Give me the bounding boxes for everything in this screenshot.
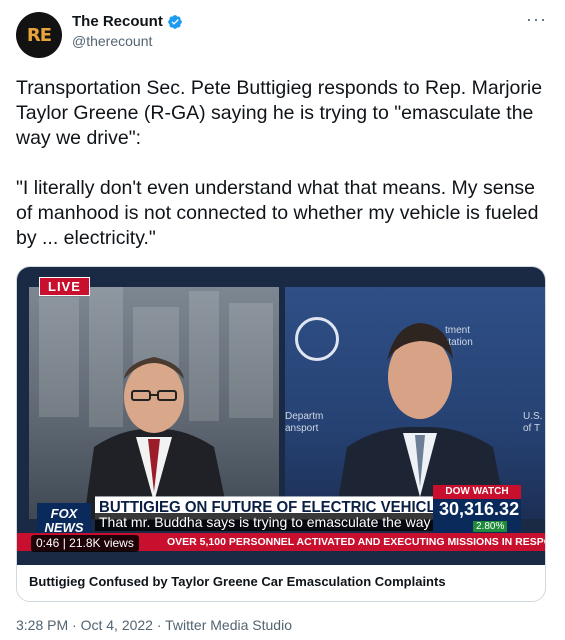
dow-watch-box: DOW WATCH 30,316.32 2.80%	[433, 485, 521, 537]
anchor-figure	[84, 357, 229, 519]
dow-value: 30,316.32	[439, 499, 520, 519]
display-name-row[interactable]: The Recount	[72, 13, 183, 30]
display-name[interactable]: The Recount	[72, 13, 163, 30]
tweet-header: RE The Recount @therecount ···	[16, 10, 549, 58]
media-title[interactable]: Buttigieg Confused by Taylor Greene Car …	[29, 574, 446, 589]
video-timecode: 0:46 | 21.8K views	[31, 535, 139, 552]
live-badge: LIVE	[39, 277, 90, 296]
verified-badge-icon	[168, 14, 182, 29]
author-names: The Recount @therecount	[72, 13, 183, 49]
tweet-timestamp[interactable]: 3:28 PM · Oct 4, 2022 · Twitter Media St…	[16, 617, 292, 633]
dow-label: DOW WATCH	[433, 485, 521, 499]
anchor-pane	[29, 287, 279, 519]
backdrop-text: U.S. of T	[523, 411, 543, 434]
tweet-text: Transportation Sec. Pete Buttigieg respo…	[16, 77, 543, 249]
video-player[interactable]: tment rtation Departm ansport U.S. of T …	[17, 267, 545, 565]
avatar[interactable]: RE	[16, 12, 62, 58]
more-options-icon[interactable]: ···	[526, 10, 547, 28]
handle[interactable]: @therecount	[72, 33, 183, 49]
dow-change: 2.80%	[473, 521, 508, 532]
closed-caption: That mr. Buddha says is trying to emascu…	[95, 513, 457, 531]
media-card[interactable]: tment rtation Departm ansport U.S. of T …	[16, 266, 546, 602]
backdrop-text: Departm ansport	[285, 411, 324, 434]
